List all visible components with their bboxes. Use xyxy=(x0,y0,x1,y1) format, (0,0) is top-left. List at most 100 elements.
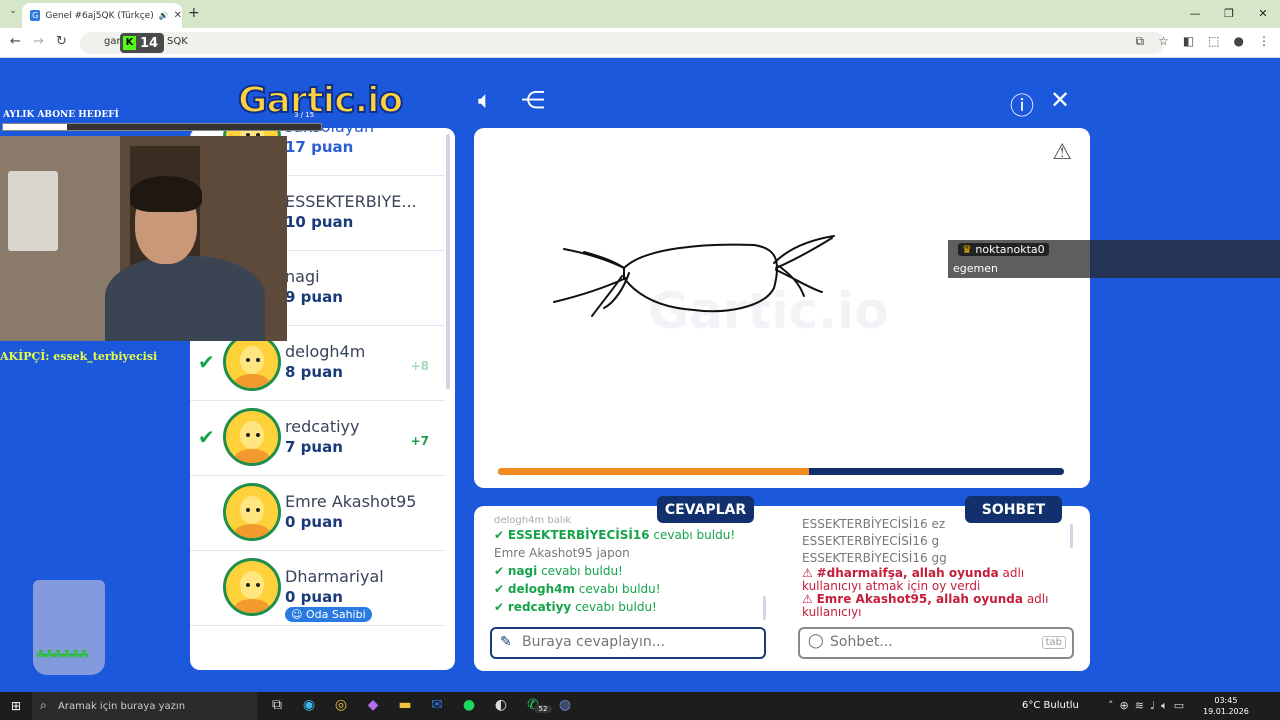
chat-user: ESSEKTERBİYECİSİ16 xyxy=(802,534,928,548)
room-owner-badge: ☺ Oda Sahibi xyxy=(285,607,372,622)
minimize-button[interactable]: — xyxy=(1178,0,1212,28)
drawing-canvas[interactable]: ⚠ Gartic.io xyxy=(474,128,1090,488)
answer-text: japon xyxy=(596,546,630,560)
share-icon[interactable]: ⋲ xyxy=(521,86,545,114)
kick-count: 14 xyxy=(140,35,159,51)
tab-close-icon[interactable]: ✕ xyxy=(174,10,182,21)
tray-speaker-icon[interactable]: 🔈︎ xyxy=(1161,699,1168,713)
answer-row: ✔ redcatiyy cevabı buldu! xyxy=(494,598,762,616)
extension-icon[interactable]: ◧ xyxy=(1183,34,1194,49)
player-name: redcatiyy xyxy=(285,417,360,436)
weather-text[interactable]: 6°C Bulutlu xyxy=(1022,700,1079,711)
player-points: 17 puan xyxy=(285,138,354,156)
chat-row: ESSEKTERBİYECİSİ16 ez xyxy=(802,516,1074,533)
answer-row: ✔ delogh4m cevabı buldu! xyxy=(494,580,762,598)
whatsapp-icon[interactable]: ✆ 52 xyxy=(524,697,552,713)
chat-input-box[interactable]: ◯ tab xyxy=(798,627,1074,659)
bookmark-star-icon[interactable]: ☆ xyxy=(1158,34,1169,49)
player-name: nagi xyxy=(285,267,320,286)
info-icon[interactable]: ⓘ xyxy=(1010,86,1034,121)
copilot-icon[interactable]: ◆ xyxy=(364,697,382,713)
player-points: 9 puan xyxy=(285,288,343,306)
sound-icon[interactable]: 🔈︎ xyxy=(478,86,492,114)
goal-count: 3 / 15 xyxy=(294,111,315,119)
check-icon: ✔ xyxy=(494,564,505,578)
player-points: 0 puan xyxy=(285,588,343,606)
back-icon[interactable]: ← xyxy=(10,34,21,49)
chat-scrollbar[interactable] xyxy=(1070,524,1073,548)
profile-avatar[interactable]: ● xyxy=(1234,34,1244,49)
tray-mic-icon[interactable]: ♩ xyxy=(1150,699,1155,713)
stream-chat-overlay: ♛ noktanokta0 egemen xyxy=(948,240,1280,278)
answers-list: delogh4m balık ✔ ESSEKTERBİYECİSİ16 cevab… xyxy=(494,516,762,624)
check-icon: ✔ xyxy=(494,528,505,542)
goal-progress-bar xyxy=(2,123,322,131)
whatsapp-badge: 52 xyxy=(534,705,552,713)
chat-user: Emre Akashot95, allah oyunda xyxy=(816,592,1023,606)
player-list-scrollbar[interactable] xyxy=(446,134,450,389)
chat-input[interactable] xyxy=(830,634,1050,650)
game-area: Gartic.io 🔈︎ ⋲ ⓘ ✕ saksolayan17 puanESSE… xyxy=(0,58,1280,692)
browser-toolbar: ← → ↻ gar K 14 SQK ⧉ ☆ ◧ ⬚ ● ⋮ xyxy=(0,28,1280,58)
webcam-streamer-hair xyxy=(130,176,202,212)
avatar-eye xyxy=(246,508,250,512)
chat-list: ESSEKTERBİYECİSİ16 ez ESSEKTERBİYECİSİ16 … xyxy=(802,516,1074,624)
reload-icon[interactable]: ↻ xyxy=(56,34,67,49)
tab-search-chevron-icon[interactable]: ⌄ xyxy=(6,6,20,20)
chrome-icon[interactable]: ◎ xyxy=(332,697,350,713)
outlook-icon[interactable]: ✉ xyxy=(428,697,446,713)
obs-icon[interactable]: ◐ xyxy=(492,697,510,713)
address-bar[interactable]: gar K 14 SQK xyxy=(80,32,1165,54)
windows-start-icon[interactable]: ⊞ xyxy=(11,699,21,713)
edge-icon[interactable]: ◉ xyxy=(300,697,318,713)
url-suffix: SQK xyxy=(167,36,188,47)
taskbar-search[interactable]: ⌕ Aramak için buraya yazın xyxy=(32,692,257,720)
answer-input[interactable] xyxy=(522,634,742,650)
tray-battery-icon[interactable]: ▭ xyxy=(1174,699,1184,713)
answer-user: delogh4m xyxy=(507,582,575,596)
avatar-body xyxy=(234,449,270,463)
player-row[interactable]: Emre Akashot95 0 puan xyxy=(190,476,445,551)
discord-icon[interactable]: ◍ xyxy=(556,697,574,713)
browser-tab-gartic[interactable]: G Genel #6aj5QK (Türkçe) - G 🔊 ✕ xyxy=(22,3,182,28)
answer-text: cevabı buldu! xyxy=(653,528,736,542)
browser-tabbar: ⌄ G Genel #6aj5QK (Türkçe) - G 🔊 ✕ + — ❐… xyxy=(0,0,1280,28)
answer-input-box[interactable]: ✎ xyxy=(490,627,766,659)
menu-kebab-icon[interactable]: ⋮ xyxy=(1258,34,1270,49)
close-window-button[interactable]: ✕ xyxy=(1246,0,1280,28)
avatar-face xyxy=(240,496,264,524)
chat-text: g xyxy=(931,534,940,548)
player-delta: +7 xyxy=(410,434,429,448)
kick-logo-icon: K xyxy=(123,36,136,50)
answer-text: delogh4m balık xyxy=(494,516,572,526)
url-text: gar xyxy=(104,36,121,47)
exit-icon[interactable]: ✕ xyxy=(1050,86,1070,114)
avatar-eye xyxy=(246,583,250,587)
restore-button[interactable]: ❐ xyxy=(1212,0,1246,28)
chat-row: ⚠ Emre Akashot95, allah oyunda adlı kull… xyxy=(802,593,1074,619)
player-row[interactable]: Dharmariyal 0 puan ☺ Oda Sahibi xyxy=(190,551,445,626)
webcam-ac-unit xyxy=(8,171,58,251)
avatar-eye xyxy=(256,358,260,362)
install-icon[interactable]: ⧉ xyxy=(1135,34,1144,49)
canvas-watermark: Gartic.io xyxy=(648,282,889,340)
forward-icon[interactable]: → xyxy=(33,34,44,49)
check-icon: ✔ xyxy=(494,600,505,614)
file-explorer-icon[interactable]: ▬ xyxy=(396,697,414,713)
spotify-icon[interactable]: ● xyxy=(460,697,478,713)
new-tab-button[interactable]: + xyxy=(188,5,200,21)
answers-scrollbar[interactable] xyxy=(763,596,766,620)
chat-text: gg xyxy=(931,551,947,565)
player-name: Dharmariyal xyxy=(285,567,384,586)
player-points: 10 puan xyxy=(285,213,354,231)
tray-network-icon[interactable]: ⊕ xyxy=(1120,699,1129,713)
kick-overlay-badge: K 14 xyxy=(120,33,164,53)
tab-title: Genel #6aj5QK (Türkçe) - G xyxy=(45,10,154,21)
task-view-icon[interactable]: ⧉ xyxy=(268,697,286,713)
avatar-body xyxy=(234,374,270,388)
player-row[interactable]: ✔ redcatiyy 7 puan +7 xyxy=(190,401,445,476)
taskbar-clock[interactable]: 03:45 19.01.2026 xyxy=(1203,695,1249,717)
extensions-puzzle-icon[interactable]: ⬚ xyxy=(1208,34,1219,49)
tray-chevron-icon[interactable]: ˄ xyxy=(1108,699,1114,713)
tray-wifi-icon[interactable]: ≋ xyxy=(1135,699,1144,713)
